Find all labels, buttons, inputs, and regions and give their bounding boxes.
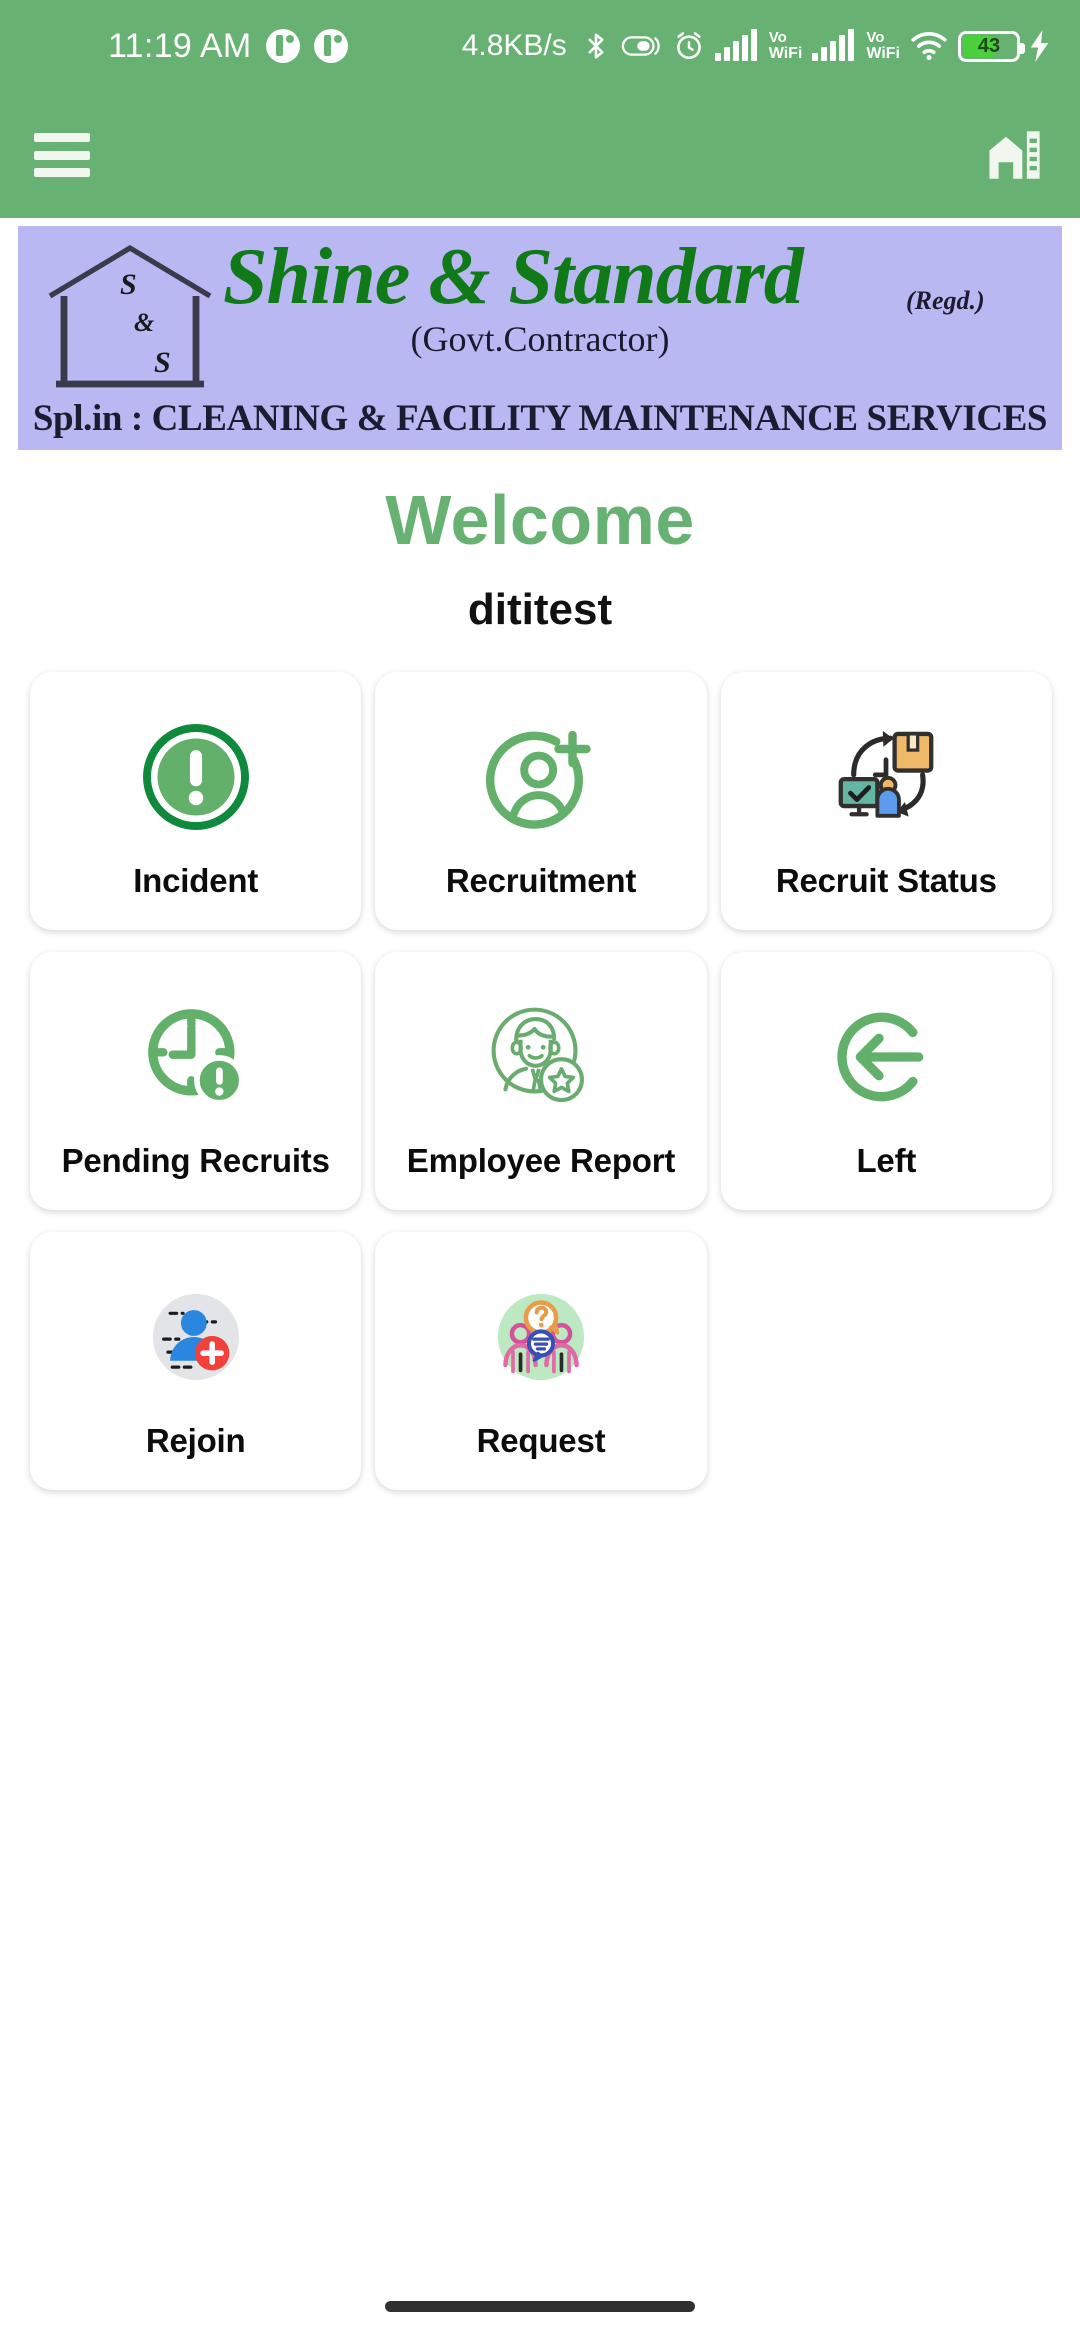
alert-circle-icon — [137, 718, 255, 836]
vowifi-bottom-label: WiFi — [866, 44, 900, 62]
battery-icon: 43 — [958, 30, 1025, 62]
username-label: dititest — [467, 585, 613, 634]
vowifi-top-label: Vo — [768, 29, 787, 47]
people-question-icon — [482, 1278, 600, 1396]
menu-card-label: Request — [476, 1422, 606, 1459]
menu-card-incident[interactable]: Incident — [30, 672, 362, 930]
menu-card-pending-recruits[interactable]: Pending Recruits — [30, 952, 362, 1210]
menu-card-label: Employee Report — [406, 1142, 676, 1179]
app-screen: 11:19 AM 4.8KB/s Vo WiFi Vo WiFi 43 S & … — [0, 0, 1080, 2340]
bluetooth-icon — [581, 29, 611, 63]
clock-alert-icon — [137, 998, 255, 1116]
logout-arrow-icon — [827, 998, 945, 1116]
banner-subtitle: (Govt.Contractor) — [410, 319, 670, 359]
status-bar-right: 4.8KB/s Vo WiFi Vo WiFi 43 — [462, 29, 1052, 63]
notification-dot-icon — [265, 29, 300, 63]
hamburger-menu-icon[interactable] — [34, 133, 90, 177]
signal-bars-icon — [714, 29, 757, 61]
menu-card-label: Incident — [133, 862, 259, 899]
menu-card-rejoin[interactable]: Rejoin — [30, 1232, 362, 1490]
banner-specialization: Spl.in : CLEANING & FACILITY MAINTENANCE… — [32, 398, 1048, 439]
status-bar: 11:19 AM 4.8KB/s Vo WiFi Vo WiFi 43 — [0, 0, 1080, 92]
building-home-icon[interactable] — [984, 124, 1046, 186]
menu-card-label: Recruit Status — [775, 862, 997, 899]
menu-card-label: Rejoin — [145, 1422, 246, 1459]
battery-level-label: 43 — [977, 34, 1001, 57]
vowifi-icon: Vo WiFi — [866, 29, 900, 62]
menu-card-recruit-status[interactable]: Recruit Status — [720, 672, 1052, 930]
user-plus-badge-icon — [137, 1278, 255, 1396]
status-bar-left: 11:19 AM — [0, 27, 348, 66]
signal-bars-icon — [812, 29, 855, 61]
alarm-icon — [673, 30, 705, 62]
gesture-bar[interactable] — [385, 2301, 695, 2312]
menu-card-left[interactable]: Left — [720, 952, 1052, 1210]
logo-letter-s1: S — [120, 268, 137, 301]
menu-grid: Incident Recruitment Recruit Status Pend… — [30, 672, 1052, 1490]
employee-star-icon — [482, 998, 600, 1116]
charging-bolt-icon — [1030, 30, 1052, 62]
menu-card-label: Left — [856, 1142, 917, 1179]
network-rate-label: 4.8KB/s — [461, 29, 567, 62]
wifi-icon — [910, 31, 948, 61]
person-add-circle-icon — [482, 718, 600, 836]
menu-card-label: Pending Recruits — [61, 1142, 330, 1179]
workflow-status-icon — [827, 718, 945, 836]
data-saver-icon — [621, 31, 663, 61]
menu-card-employee-report[interactable]: Employee Report — [375, 952, 707, 1210]
vowifi-icon: Vo WiFi — [768, 29, 803, 62]
app-bar — [0, 92, 1080, 218]
vowifi-top-label: Vo — [866, 29, 885, 47]
vowifi-bottom-label: WiFi — [768, 44, 803, 62]
menu-card-request[interactable]: Request — [375, 1232, 707, 1490]
registered-mark: (Regd.) — [906, 286, 985, 315]
status-bar-clock: 11:19 AM — [108, 26, 252, 65]
notification-dot-icon — [313, 29, 348, 63]
menu-card-recruitment[interactable]: Recruitment — [375, 672, 707, 930]
menu-card-label: Recruitment — [445, 862, 637, 899]
welcome-heading: Welcome — [385, 481, 695, 559]
company-banner: S & S Shine & Standard (Regd.) (Govt.Con… — [18, 226, 1062, 450]
